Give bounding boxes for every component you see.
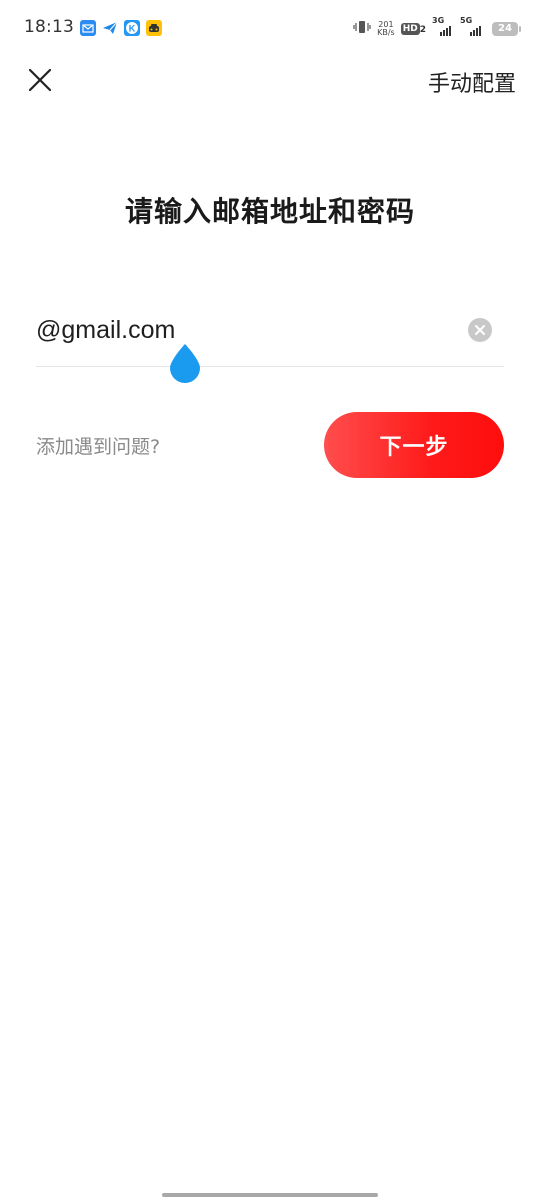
hd-sub: 2 — [419, 25, 426, 35]
help-link[interactable]: 添加遇到问题? — [36, 432, 160, 459]
close-button[interactable] — [22, 62, 58, 98]
status-bar: 18:13 K 201 KB/s HD 2 3G 5G 24 — [0, 0, 540, 60]
status-time: 18:13 — [24, 17, 74, 37]
text-cursor-handle-icon[interactable] — [168, 342, 202, 384]
send-app-icon — [102, 20, 118, 36]
email-login-screen: 18:13 K 201 KB/s HD 2 3G 5G 24 手动配置 请输入邮… — [0, 0, 540, 1200]
next-button[interactable]: 下一步 — [324, 412, 504, 478]
battery-indicator: 24 — [492, 22, 521, 36]
network-speed: 201 KB/s — [377, 21, 395, 37]
notification-icons: K — [80, 20, 162, 38]
k-app-icon: K — [124, 20, 140, 36]
email-field-underline — [36, 366, 504, 367]
email-field-wrapper — [36, 308, 504, 383]
network-speed-unit: KB/s — [377, 28, 395, 37]
signal-3g-icon: 3G — [432, 16, 454, 36]
home-indicator[interactable] — [162, 1193, 378, 1197]
signal-3g-label: 3G — [432, 16, 445, 25]
signal-5g-label: 5G — [460, 16, 473, 25]
hd-voice-indicator: HD 2 — [400, 23, 426, 35]
clear-input-button[interactable] — [468, 318, 492, 342]
vibrate-icon — [353, 19, 371, 39]
signal-5g-icon: 5G — [460, 16, 486, 36]
svg-text:K: K — [129, 24, 136, 34]
page-title: 请输入邮箱地址和密码 — [124, 195, 415, 228]
clear-circle-icon — [475, 325, 485, 335]
mail-app-icon — [80, 20, 96, 36]
manual-config-link[interactable]: 手动配置 — [428, 66, 516, 98]
hd-badge: HD — [400, 23, 420, 35]
status-indicators: 201 KB/s HD 2 3G 5G 24 — [353, 16, 521, 40]
taxi-app-icon — [146, 20, 162, 36]
close-icon — [28, 68, 52, 92]
email-field[interactable] — [36, 308, 456, 352]
